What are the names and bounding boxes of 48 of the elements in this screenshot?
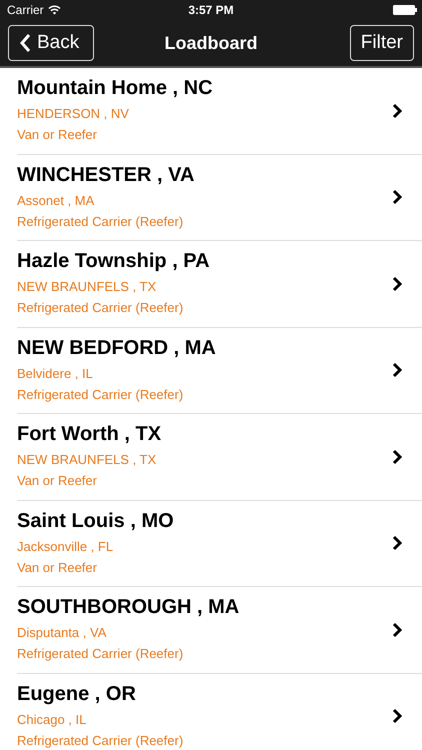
destination-label: Saint Louis , MO <box>17 508 175 533</box>
carrier-label: Carrier <box>7 3 44 17</box>
chevron-icon <box>392 622 402 638</box>
load-row[interactable]: SOUTHBOROUGH , MA Disputanta , VA Refrigerated Carrier (Reefer) <box>17 587 422 674</box>
chevron-icon <box>392 102 402 119</box>
load-row[interactable]: Mountain Home , NC HENDERSON , NV Van or Reefer <box>17 68 422 154</box>
load-row[interactable]: Eugene , OR Chicago , IL Refrigerated Carrier (Reefer) <box>17 674 422 750</box>
equipment-label: Refrigerated Carrier (Reefer) <box>17 732 184 750</box>
chevron-icon <box>392 708 402 724</box>
status-time: 3:57 PM <box>188 3 234 17</box>
equipment-label: Refrigerated Carrier (Reefer) <box>17 645 184 664</box>
destination-label: Eugene , OR <box>17 682 137 706</box>
chevron-icon <box>392 276 402 292</box>
load-row[interactable]: Hazle Township , PA NEW BRAUNFELS , TX Refrigerated Carrier (Reefer) <box>17 241 422 328</box>
chevron-icon <box>392 362 402 378</box>
equipment-label: Van or Reefer <box>17 472 98 490</box>
destination-label: SOUTHBOROUGH , MA <box>17 595 240 620</box>
load-row[interactable]: Saint Louis , MO Jacksonville , FL Van or Reefer <box>17 500 422 587</box>
equipment-label: Van or Reefer <box>17 558 98 577</box>
wifi-icon <box>48 5 61 15</box>
equipment-label: Refrigerated Carrier (Reefer) <box>17 386 184 404</box>
origin-label: Disputanta , VA <box>17 624 108 642</box>
nav-title: Loadboard <box>164 33 258 54</box>
chevron-icon <box>392 189 402 206</box>
origin-label: Chicago , IL <box>17 710 88 729</box>
chevron-icon <box>392 448 402 465</box>
origin-label: HENDERSON , NV <box>17 105 130 124</box>
load-row[interactable]: NEW BEDFORD , MA Belvidere , IL Refrigerated Carrier (Reefer) <box>17 328 422 414</box>
equipment-label: Refrigerated Carrier (Reefer) <box>17 299 184 318</box>
destination-label: Hazle Township , PA <box>17 249 211 274</box>
origin-label: Jacksonville , FL <box>17 538 114 556</box>
filter-button[interactable]: Filter <box>350 25 414 61</box>
destination-label: Mountain Home , NC <box>17 76 214 100</box>
destination-label: NEW BEDFORD , MA <box>17 336 217 360</box>
destination-label: Fort Worth , TX <box>17 422 162 446</box>
destination-label: WINCHESTER , VA <box>17 162 196 187</box>
load-row[interactable]: Fort Worth , TX NEW BRAUNFELS , TX Van or Reefer <box>17 414 422 500</box>
load-row[interactable]: WINCHESTER , VA Assonet , MA Refrigerated Carrier (Reefer) <box>17 154 422 241</box>
origin-label: Belvidere , IL <box>17 364 94 383</box>
origin-label: NEW BRAUNFELS , TX <box>17 278 158 296</box>
chevron-left-icon <box>19 33 31 53</box>
battery-icon <box>393 5 417 15</box>
equipment-label: Van or Reefer <box>17 126 98 144</box>
origin-label: Assonet , MA <box>17 192 96 210</box>
origin-label: NEW BRAUNFELS , TX <box>17 451 158 470</box>
equipment-label: Refrigerated Carrier (Reefer) <box>17 212 184 231</box>
chevron-icon <box>392 535 402 552</box>
back-button[interactable]: Back <box>8 25 94 61</box>
